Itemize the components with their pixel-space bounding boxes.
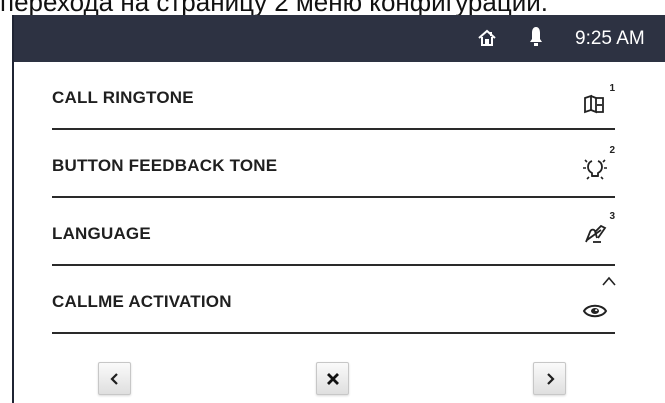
chevron-up-icon (602, 276, 616, 286)
lightbulb-icon (583, 159, 607, 180)
language-icon (585, 224, 607, 243)
book-icon (584, 94, 604, 114)
chevron-right-icon (546, 372, 555, 385)
menu-item-label: BUTTON FEEDBACK TONE (52, 156, 278, 175)
menu-item-badge: 3 (609, 211, 615, 222)
menu-item-badge: 1 (609, 83, 615, 94)
menu-item-call-ringtone[interactable]: CALL RINGTONE 1 (52, 62, 615, 130)
chevron-left-icon (109, 372, 118, 385)
home-icon[interactable] (477, 28, 497, 48)
next-page-button[interactable] (533, 362, 566, 395)
bell-icon[interactable] (528, 25, 544, 49)
status-bar: 9:25 AM (14, 15, 665, 62)
close-button[interactable] (316, 362, 349, 395)
eye-icon (582, 304, 608, 318)
menu-item-callme-activation[interactable]: CALLME ACTIVATION (52, 266, 616, 334)
menu-item-badge: 2 (609, 145, 615, 156)
prev-page-button[interactable] (98, 362, 131, 395)
menu-item-label: CALLME ACTIVATION (52, 292, 232, 311)
menu-item-language[interactable]: LANGUAGE 3 (52, 198, 615, 266)
device-screen: 9:25 AM CALL RINGTONE 1 BUTTON FEEDBACK … (12, 15, 665, 403)
page: перехода на страницу 2 меню конфигурации… (0, 0, 665, 403)
status-time: 9:25 AM (575, 28, 645, 49)
menu-item-button-feedback-tone[interactable]: BUTTON FEEDBACK TONE 2 (52, 130, 615, 198)
menu-item-label: LANGUAGE (52, 224, 151, 243)
menu-item-label: CALL RINGTONE (52, 88, 194, 107)
close-icon (326, 372, 339, 385)
